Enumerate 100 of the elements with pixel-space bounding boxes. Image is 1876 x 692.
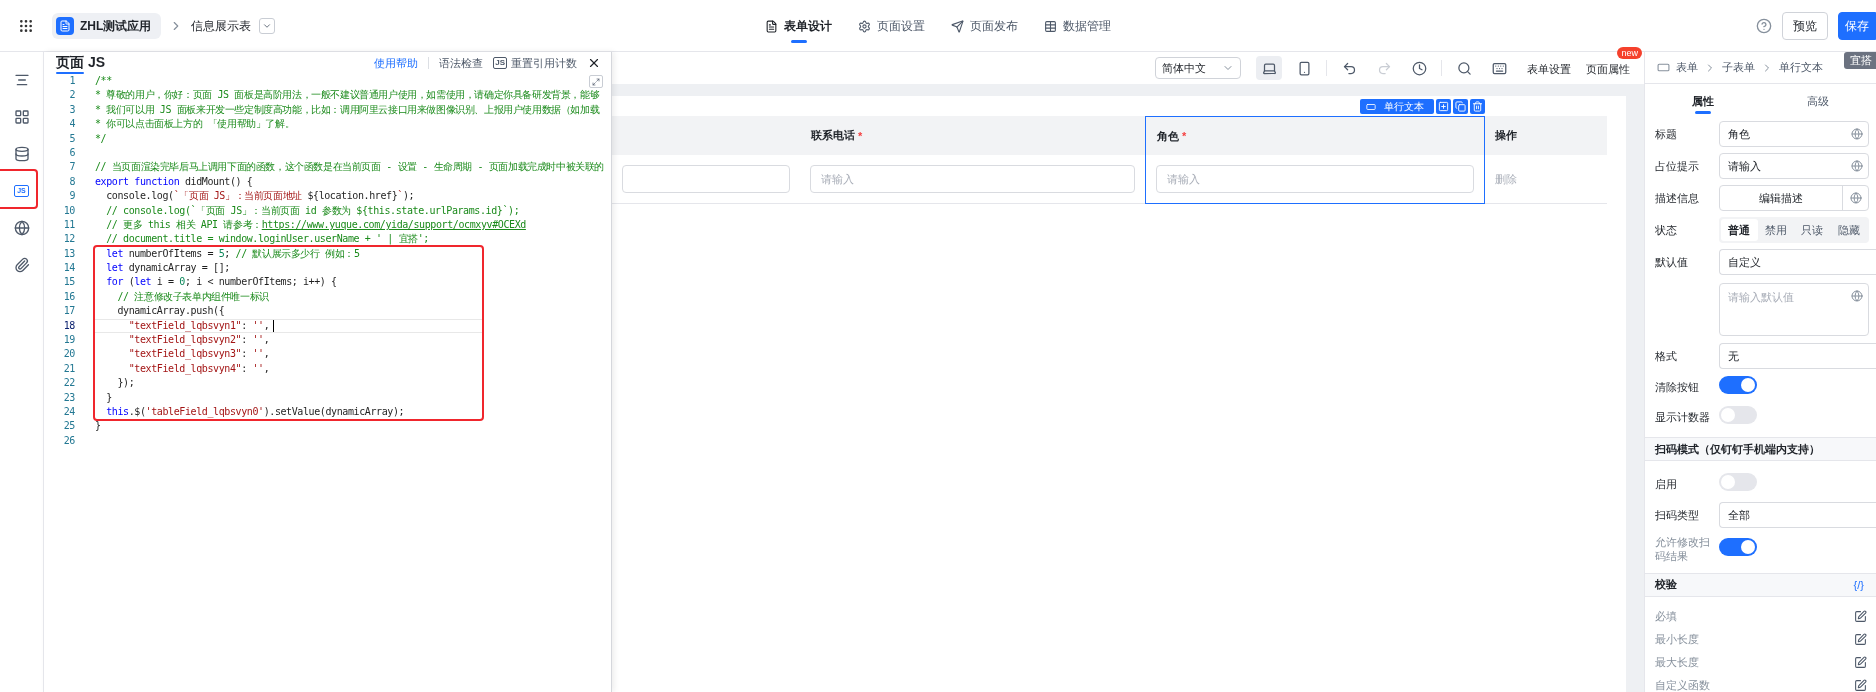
- tab-underline: [790, 40, 807, 43]
- toggle-switch[interactable]: [1719, 538, 1757, 557]
- edit-icon[interactable]: [1854, 632, 1867, 646]
- table-header-cell[interactable]: 联系电话 *: [800, 116, 1145, 155]
- edit-icon[interactable]: [1854, 609, 1867, 623]
- help-link[interactable]: 使用帮助: [374, 55, 419, 71]
- nav-tab[interactable]: 数据管理: [1044, 0, 1111, 52]
- code-line: /**: [95, 74, 112, 88]
- line-number: 12: [63, 232, 75, 247]
- syntax-check-button[interactable]: 语法检查: [439, 55, 484, 71]
- line-number: 15: [63, 275, 75, 290]
- code-line: * 我们可以用 JS 面板来开发一些定制度高功能，比如：调用阿里云接口用来做图像识别、上报用户使用数据（如加载: [95, 102, 600, 117]
- rule-label: 最大长度: [1655, 654, 1699, 670]
- code-line: }: [95, 419, 101, 434]
- save-button[interactable]: 保存: [1838, 12, 1876, 40]
- line-number: 6: [69, 145, 75, 160]
- line-number: 8: [69, 174, 75, 189]
- annotation-box: [0, 169, 38, 209]
- clock-icon: [1411, 60, 1427, 76]
- code-toggle[interactable]: {/}: [1853, 578, 1864, 591]
- line-number: 16: [63, 289, 75, 304]
- line-number: 7: [69, 160, 75, 175]
- field-label: 启用: [1655, 476, 1678, 492]
- nav-tab[interactable]: 页面设置: [858, 0, 925, 52]
- laptop-icon: [1261, 60, 1277, 76]
- edit-icon[interactable]: [1854, 678, 1867, 692]
- line-number: 17: [63, 304, 75, 319]
- edit-icon[interactable]: [1854, 655, 1867, 669]
- toolbar-link[interactable]: 页面属性: [1586, 62, 1630, 77]
- caret-icon: [262, 21, 273, 31]
- code-line: console.log(`「页面 JS」：当前页面地址 ${location.href}`);: [105, 189, 415, 204]
- reset-count-button[interactable]: JS 重置引用计数: [493, 55, 577, 71]
- copy-button[interactable]: [1453, 99, 1468, 114]
- apps-icon[interactable]: [18, 18, 34, 34]
- line-number: 21: [63, 361, 75, 376]
- nav-tab[interactable]: 表单设计: [765, 0, 832, 52]
- globe-icon: [1849, 192, 1862, 204]
- delete-button[interactable]: [1470, 99, 1485, 114]
- select-field[interactable]: 无: [1719, 343, 1876, 369]
- copy-icon: [1455, 101, 1466, 112]
- globe-icon[interactable]: [1851, 160, 1863, 172]
- segment-option[interactable]: 只读: [1794, 219, 1831, 241]
- desktop-view-button[interactable]: [1256, 56, 1282, 80]
- breadcrumb-item[interactable]: 子表单: [1722, 60, 1755, 75]
- help-icon[interactable]: [1756, 18, 1772, 34]
- panel-tab[interactable]: 属性: [1645, 84, 1761, 118]
- code-line: "textField_lqbsvyn3": '',: [127, 347, 270, 362]
- line-number: 3: [69, 102, 75, 117]
- line-number: 18: [63, 318, 75, 333]
- close-icon[interactable]: [587, 56, 601, 70]
- line-number: 4: [69, 117, 75, 132]
- table-icon: [1044, 19, 1057, 33]
- table-header-cell[interactable]: 操作: [1485, 116, 1607, 155]
- input-field[interactable]: 请输入: [1156, 165, 1474, 193]
- preview-button[interactable]: 预览: [1782, 12, 1828, 40]
- table-header-cell[interactable]: [612, 116, 800, 155]
- select-field[interactable]: 自定义: [1719, 249, 1876, 275]
- globe-icon[interactable]: [1851, 289, 1863, 302]
- toggle-switch[interactable]: [1719, 376, 1757, 394]
- add-button[interactable]: [1436, 99, 1451, 114]
- language-select[interactable]: 简体中文: [1155, 57, 1241, 79]
- status-tag: 宜搭: [1844, 52, 1876, 69]
- code-line: "textField_lqbsvyn1": '',: [127, 318, 270, 334]
- app-name: ZHL测试应用: [80, 17, 152, 35]
- segment-option[interactable]: 普通: [1721, 219, 1758, 241]
- rule-label: 必填: [1655, 608, 1677, 624]
- paperclip-icon: [13, 256, 30, 273]
- gear-icon: [858, 19, 871, 33]
- search-icon: [1456, 60, 1472, 76]
- globe-icon[interactable]: [1851, 128, 1863, 140]
- toolbar-link[interactable]: 表单设置: [1527, 62, 1571, 77]
- panel-tab[interactable]: 高级: [1760, 84, 1876, 118]
- code-line: // document.title = window.loginUser.userName + ' | 宜搭';: [105, 232, 429, 247]
- document-icon: [765, 19, 778, 33]
- breadcrumb-item[interactable]: 表单: [1676, 60, 1698, 75]
- line-number: 22: [63, 376, 75, 391]
- select-field[interactable]: 全部: [1719, 502, 1876, 528]
- page-name: 信息展示表: [191, 17, 252, 35]
- globe-icon: [13, 219, 30, 236]
- rule-label: 自定义函数: [1655, 677, 1710, 692]
- text-field[interactable]: 角色: [1719, 121, 1869, 147]
- input-field[interactable]: [622, 165, 790, 193]
- toggle-switch[interactable]: [1719, 406, 1757, 424]
- code-link[interactable]: https://www.yuque.com/yida/support/ocmxyv#OCEXd: [261, 218, 526, 230]
- field-type-chip[interactable]: 单行文本: [1360, 99, 1434, 114]
- code-line: // console.log(`「页面 JS」：当前页面 id 参数为 ${this.state.urlParams.id}`);: [105, 203, 520, 218]
- field-label: 格式: [1655, 348, 1678, 364]
- title-underline: [56, 72, 84, 74]
- line-number: 11: [63, 217, 75, 232]
- toggle-switch[interactable]: [1719, 473, 1757, 491]
- expand-button[interactable]: [589, 75, 603, 88]
- app-badge[interactable]: ZHL测试应用: [52, 13, 162, 39]
- section-title: 校验: [1655, 577, 1677, 593]
- text-field[interactable]: 请输入: [1719, 153, 1869, 179]
- app-icon: [56, 17, 74, 35]
- breadcrumb-item[interactable]: 单行文本: [1779, 60, 1823, 75]
- input-field[interactable]: 请输入: [810, 165, 1135, 193]
- nav-tab[interactable]: 页面发布: [951, 0, 1018, 52]
- segment-option[interactable]: 隐藏: [1830, 219, 1867, 241]
- segment-option[interactable]: 禁用: [1757, 219, 1794, 241]
